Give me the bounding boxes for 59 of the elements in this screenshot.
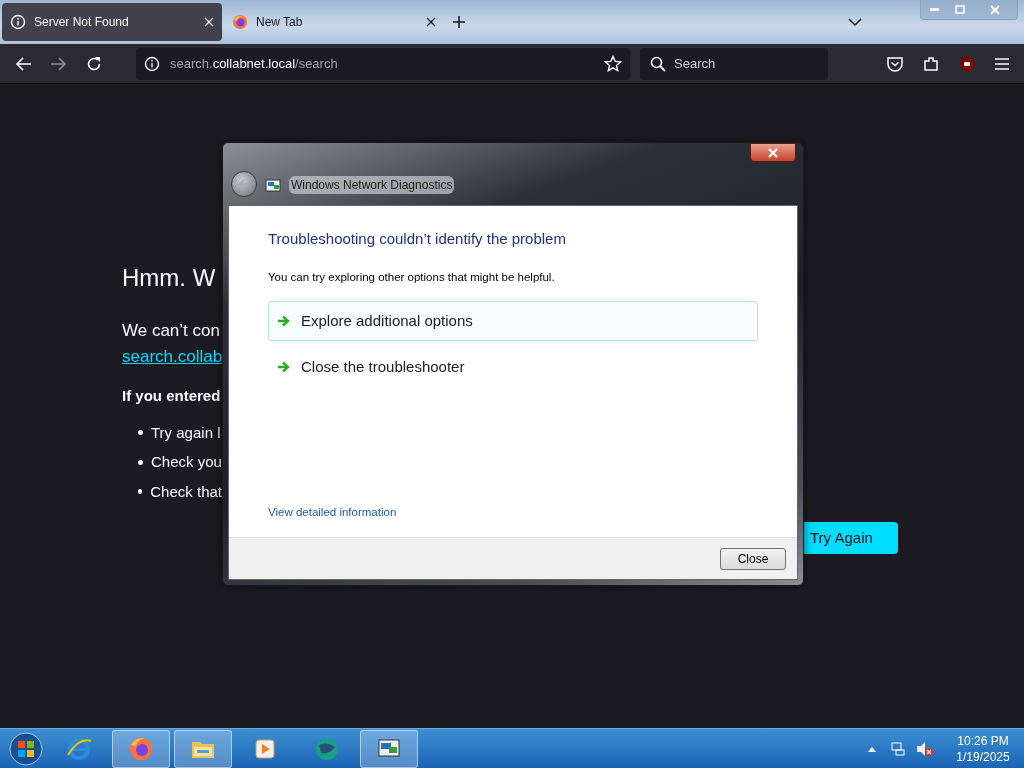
back-icon bbox=[14, 55, 32, 72]
taskbar-app[interactable] bbox=[360, 729, 418, 768]
option-link[interactable]: Explore additional options bbox=[268, 300, 758, 341]
close-icon bbox=[426, 17, 436, 27]
taskbar-app[interactable] bbox=[112, 729, 170, 768]
error-title: Hmm. W bbox=[122, 263, 217, 293]
back-button[interactable] bbox=[231, 171, 257, 197]
clock-time: 10:26 PM bbox=[957, 732, 1009, 749]
info-icon bbox=[144, 55, 160, 72]
error-subheading: If you entered bbox=[122, 386, 222, 406]
close-icon bbox=[204, 17, 214, 27]
minimize-icon bbox=[929, 8, 939, 11]
address-bar[interactable]: search.collabnet.local/search bbox=[136, 47, 630, 80]
tray-arrow-icon bbox=[868, 745, 876, 752]
search-field[interactable]: Search bbox=[640, 47, 828, 80]
taskbar-app[interactable] bbox=[174, 729, 232, 768]
arrow-icon bbox=[277, 314, 291, 327]
dialog-title: Windows Network Diagnostics bbox=[289, 176, 455, 194]
info-icon bbox=[10, 14, 26, 30]
browser-tab[interactable]: New Tab bbox=[224, 3, 444, 41]
menu-icon bbox=[994, 56, 1010, 71]
muted-speaker-icon bbox=[916, 740, 934, 757]
back-arrow-icon bbox=[238, 179, 250, 189]
bullet-icon bbox=[138, 459, 143, 465]
chevron-down-icon bbox=[848, 17, 862, 27]
bullet-icon bbox=[138, 430, 143, 436]
close-button[interactable]: Close bbox=[720, 547, 786, 570]
dialog-intro: You can try exploring other options that might be helpful. bbox=[268, 269, 556, 285]
windows-logo-icon bbox=[9, 731, 43, 766]
bullet-icon bbox=[138, 489, 143, 495]
search-icon bbox=[650, 55, 666, 72]
network-tray-icon bbox=[890, 740, 906, 757]
network-icon bbox=[265, 179, 281, 193]
close-icon bbox=[990, 4, 1000, 15]
url-text: search.collabnet.local/search bbox=[170, 54, 339, 73]
clock-date: 1/19/2025 bbox=[956, 748, 1010, 765]
firefox-icon bbox=[232, 14, 248, 30]
forward-icon bbox=[50, 55, 68, 72]
start-button[interactable] bbox=[6, 729, 46, 768]
maximize-icon bbox=[955, 5, 965, 14]
list-item-text: Try again l bbox=[151, 422, 221, 443]
details-link[interactable]: View detailed information bbox=[268, 503, 397, 521]
star-icon bbox=[604, 54, 622, 73]
pocket-icon bbox=[886, 55, 904, 72]
tab-title: New Tab bbox=[256, 14, 304, 31]
option-link[interactable]: Close the troubleshooter bbox=[268, 346, 758, 387]
reload-icon bbox=[86, 55, 102, 72]
close-icon bbox=[767, 147, 779, 158]
dialog-heading: Troubleshooting couldn’t identify the problem bbox=[268, 229, 567, 249]
list-item-text: Check that bbox=[150, 481, 222, 502]
arrow-icon bbox=[277, 360, 291, 373]
error-message: We can’t con bbox=[122, 320, 221, 342]
search-placeholder: Search bbox=[674, 54, 716, 73]
plus-icon bbox=[452, 15, 466, 29]
close-button[interactable] bbox=[750, 143, 796, 162]
error-link[interactable]: search.collab bbox=[122, 343, 223, 369]
tab-title: Server Not Found bbox=[34, 14, 130, 31]
browser-tab[interactable]: Server Not Found bbox=[2, 3, 222, 41]
list-item-text: Check you bbox=[151, 452, 222, 472]
